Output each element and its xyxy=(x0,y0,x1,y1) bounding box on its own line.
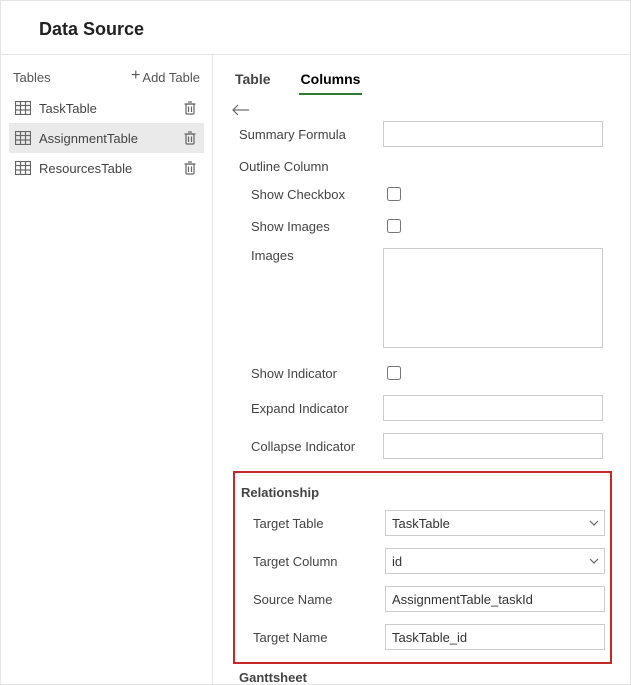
delete-icon[interactable] xyxy=(182,100,198,116)
tab-columns[interactable]: Columns xyxy=(299,67,363,95)
target-table-select[interactable] xyxy=(385,510,605,536)
sidebar-item-tasktable[interactable]: TaskTable xyxy=(9,93,204,123)
section-outline-column: Outline Column xyxy=(239,159,612,174)
summary-formula-input[interactable] xyxy=(383,121,603,147)
table-icon xyxy=(15,131,31,145)
show-images-input[interactable] xyxy=(387,219,401,233)
target-table-value[interactable] xyxy=(385,510,605,536)
label-collapse-indicator: Collapse Indicator xyxy=(233,439,383,454)
sidebar-item-label: TaskTable xyxy=(39,101,174,116)
show-indicator-input[interactable] xyxy=(387,366,401,380)
plus-icon: + xyxy=(131,68,140,84)
back-arrow-icon[interactable] xyxy=(231,103,253,117)
sidebar-item-assignmenttable[interactable]: AssignmentTable xyxy=(9,123,204,153)
label-target-table: Target Table xyxy=(235,516,385,531)
show-checkbox-input[interactable] xyxy=(387,187,401,201)
target-column-value[interactable] xyxy=(385,548,605,574)
row-target-name: Target Name xyxy=(235,624,604,650)
row-source-name: Source Name xyxy=(235,586,604,612)
label-images: Images xyxy=(233,248,383,263)
sidebar-item-resourcestable[interactable]: ResourcesTable xyxy=(9,153,204,183)
label-target-name: Target Name xyxy=(235,630,385,645)
row-target-table: Target Table xyxy=(235,510,604,536)
label-show-indicator: Show Indicator xyxy=(233,366,383,381)
sidebar: Tables + Add Table TaskTable xyxy=(1,55,213,684)
section-relationship-title: Relationship xyxy=(241,485,604,500)
delete-icon[interactable] xyxy=(182,130,198,146)
add-table-label: Add Table xyxy=(142,70,200,85)
app-root: Data Source Tables + Add Table TaskTable xyxy=(0,0,631,685)
target-name-input[interactable] xyxy=(385,624,605,650)
sidebar-item-label: ResourcesTable xyxy=(39,161,174,176)
target-column-select[interactable] xyxy=(385,548,605,574)
add-table-button[interactable]: + Add Table xyxy=(131,69,200,85)
images-input[interactable] xyxy=(383,248,603,348)
sidebar-header: Tables + Add Table xyxy=(9,69,204,93)
label-expand-indicator: Expand Indicator xyxy=(233,401,383,416)
tabs: Table Columns xyxy=(231,67,612,95)
sidebar-item-label: AssignmentTable xyxy=(39,131,174,146)
page-title: Data Source xyxy=(1,1,630,55)
row-show-images: Show Images xyxy=(233,216,612,236)
row-expand-indicator: Expand Indicator xyxy=(233,395,612,421)
section-ganttsheet-title: Ganttsheet xyxy=(239,670,612,684)
tab-table[interactable]: Table xyxy=(233,67,273,95)
main-panel: Table Columns Summary Formula Outline Co… xyxy=(213,55,630,684)
source-name-input[interactable] xyxy=(385,586,605,612)
relationship-section: Relationship Target Table xyxy=(233,471,612,664)
form: Summary Formula Outline Column Show Chec… xyxy=(231,121,612,684)
table-icon xyxy=(15,161,31,175)
collapse-indicator-input[interactable] xyxy=(383,433,603,459)
row-collapse-indicator: Collapse Indicator xyxy=(233,433,612,459)
delete-icon[interactable] xyxy=(182,160,198,176)
row-show-indicator: Show Indicator xyxy=(233,363,612,383)
row-summary-formula: Summary Formula xyxy=(233,121,612,147)
label-summary-formula: Summary Formula xyxy=(233,127,383,142)
row-images: Images xyxy=(233,248,612,351)
sidebar-title: Tables xyxy=(13,70,51,85)
label-show-checkbox: Show Checkbox xyxy=(233,187,383,202)
expand-indicator-input[interactable] xyxy=(383,395,603,421)
row-show-checkbox: Show Checkbox xyxy=(233,184,612,204)
label-source-name: Source Name xyxy=(235,592,385,607)
label-target-column: Target Column xyxy=(235,554,385,569)
body: Tables + Add Table TaskTable xyxy=(1,55,630,684)
label-show-images: Show Images xyxy=(233,219,383,234)
table-icon xyxy=(15,101,31,115)
row-target-column: Target Column xyxy=(235,548,604,574)
